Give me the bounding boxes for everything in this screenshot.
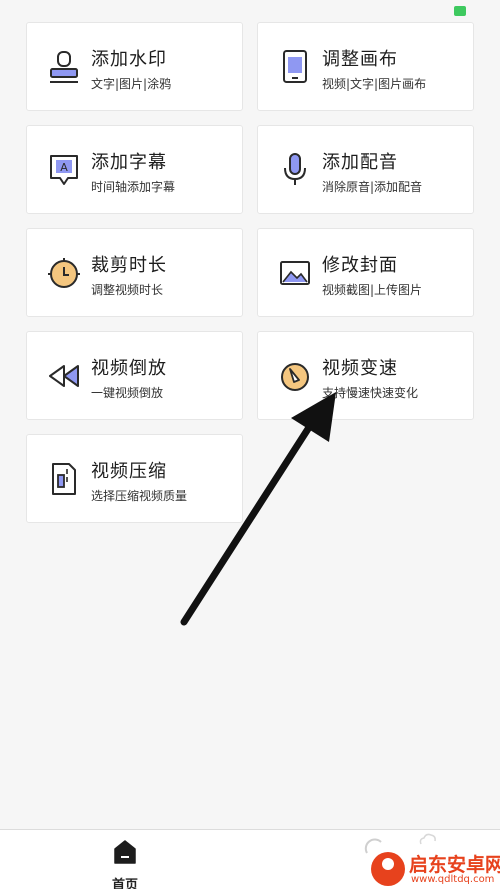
tool-title: 修改封面 xyxy=(322,255,398,276)
tool-card-change-cover[interactable]: 修改封面 视频截图|上传图片 xyxy=(257,228,474,317)
tool-card-add-subtitle[interactable]: A 添加字幕 时间轴添加字幕 xyxy=(26,125,243,214)
home-icon xyxy=(114,840,136,864)
watermark-logo-dot xyxy=(382,858,394,870)
tool-title: 添加配音 xyxy=(322,152,398,173)
tool-subtitle: 消除原音|添加配音 xyxy=(322,180,423,194)
tool-title: 视频变速 xyxy=(322,358,398,379)
tool-card-add-watermark[interactable]: 添加水印 文字|图片|涂鸦 xyxy=(26,22,243,111)
tablet-icon xyxy=(283,50,307,83)
tool-card-adjust-canvas[interactable]: 调整画布 视频|文字|图片画布 xyxy=(257,22,474,111)
site-watermark: 启东安卓网 www.qdltdq.com xyxy=(371,846,500,888)
tool-subtitle: 视频|文字|图片画布 xyxy=(322,77,427,91)
tool-subtitle: 支持慢速快速变化 xyxy=(322,386,419,400)
tab-home-label: 首页 xyxy=(111,878,138,889)
tool-title: 视频压缩 xyxy=(91,461,167,482)
speed-dial-icon xyxy=(281,363,309,391)
tool-title: 添加水印 xyxy=(91,49,167,70)
tool-card-change-speed[interactable]: 视频变速 支持慢速快速变化 xyxy=(257,331,474,420)
status-indicator xyxy=(454,6,466,16)
rewind-icon xyxy=(49,365,79,387)
tool-title: 添加字幕 xyxy=(91,152,167,173)
tool-subtitle: 时间轴添加字幕 xyxy=(91,180,176,194)
stamp-icon xyxy=(50,51,78,83)
app-screen: 添加水印 文字|图片|涂鸦 调整画布 视频|文字|图片画布 A 添加字幕 时间轴… xyxy=(0,0,500,889)
watermark-url: www.qdltdq.com xyxy=(411,874,495,885)
clock-icon xyxy=(48,258,80,288)
tool-subtitle: 文字|图片|涂鸦 xyxy=(91,77,172,91)
watermark-name: 启东安卓网 xyxy=(409,854,500,876)
tool-title: 裁剪时长 xyxy=(91,255,167,276)
compress-icon xyxy=(52,463,76,495)
tool-title: 视频倒放 xyxy=(91,358,167,379)
tool-card-trim-duration[interactable]: 裁剪时长 调整视频时长 xyxy=(26,228,243,317)
tool-subtitle: 选择压缩视频质量 xyxy=(91,489,188,503)
tool-title: 调整画布 xyxy=(322,49,398,70)
microphone-icon xyxy=(284,153,306,185)
tool-subtitle: 一键视频倒放 xyxy=(91,386,164,400)
image-icon xyxy=(280,261,310,285)
tab-home[interactable]: 首页 xyxy=(100,840,150,889)
tool-subtitle: 视频截图|上传图片 xyxy=(322,283,423,297)
tool-card-compress-video[interactable]: 视频压缩 选择压缩视频质量 xyxy=(26,434,243,523)
svg-text:A: A xyxy=(60,161,68,174)
tool-card-reverse-video[interactable]: 视频倒放 一键视频倒放 xyxy=(26,331,243,420)
tool-subtitle: 调整视频时长 xyxy=(91,283,164,297)
tool-card-add-voiceover[interactable]: 添加配音 消除原音|添加配音 xyxy=(257,125,474,214)
cloud-icon xyxy=(419,833,436,845)
subtitle-icon: A xyxy=(50,155,78,185)
